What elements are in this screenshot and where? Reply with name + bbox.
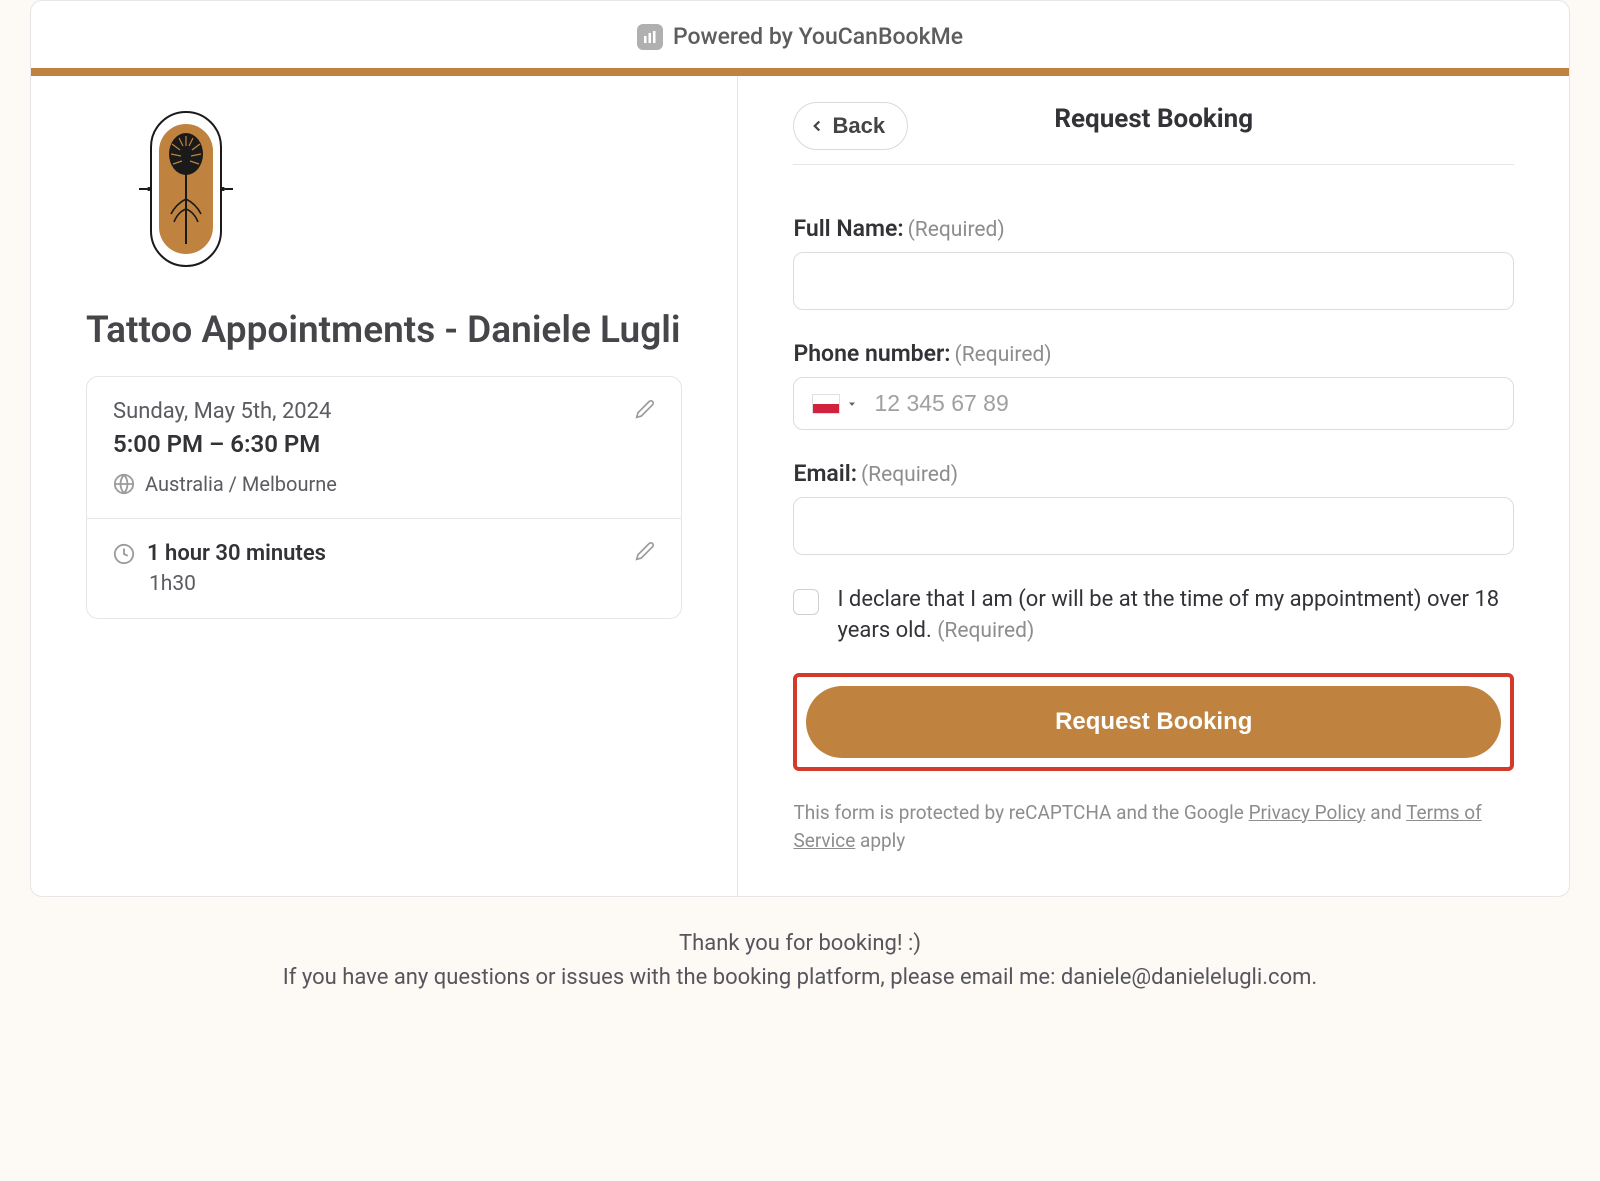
request-booking-button[interactable]: Request Booking <box>806 686 1501 758</box>
required-badge: (Required) <box>955 343 1052 367</box>
booking-form-panel: Back Request Booking Full Name: (Require… <box>738 76 1569 896</box>
booking-timezone: Australia / Melbourne <box>145 472 337 496</box>
page-title: Tattoo Appointments - Daniele Lugli <box>86 308 682 354</box>
required-badge: (Required) <box>937 619 1034 643</box>
privacy-policy-link[interactable]: Privacy Policy <box>1249 801 1366 824</box>
edit-duration-icon[interactable] <box>635 541 655 565</box>
email-label: Email: <box>793 460 857 487</box>
footer-line-2: If you have any questions or issues with… <box>30 961 1570 995</box>
artist-logo <box>131 104 682 278</box>
submit-highlight-box: Request Booking <box>793 673 1514 771</box>
phone-group: Phone number: (Required) <box>793 340 1514 430</box>
email-group: Email: (Required) <box>793 460 1514 555</box>
footer-message: Thank you for booking! :) If you have an… <box>30 927 1570 995</box>
edit-datetime-icon[interactable] <box>635 399 655 423</box>
phone-input[interactable] <box>874 390 1495 417</box>
chevron-down-icon <box>846 398 858 410</box>
clock-icon <box>113 543 135 565</box>
booking-card: Powered by YouCanBookMe <box>30 0 1570 897</box>
flag-icon <box>812 394 840 414</box>
age-declaration-row: I declare that I am (or will be at the t… <box>793 585 1514 647</box>
duration-short: 1h30 <box>149 572 655 596</box>
booking-summary-panel: Tattoo Appointments - Daniele Lugli Sund… <box>31 76 738 896</box>
duration-label: 1 hour 30 minutes <box>147 541 326 566</box>
email-input[interactable] <box>793 497 1514 555</box>
phone-label: Phone number: <box>793 340 950 367</box>
ycbm-logo-icon <box>637 24 663 50</box>
fullname-label: Full Name: <box>793 215 903 242</box>
booking-details-card: Sunday, May 5th, 2024 5:00 PM – 6:30 PM … <box>86 376 682 619</box>
datetime-row: Sunday, May 5th, 2024 5:00 PM – 6:30 PM … <box>87 377 681 519</box>
powered-by-bar[interactable]: Powered by YouCanBookMe <box>31 1 1569 76</box>
recaptcha-notice: This form is protected by reCAPTCHA and … <box>793 799 1514 856</box>
required-badge: (Required) <box>861 463 958 487</box>
footer-line-1: Thank you for booking! :) <box>30 927 1570 961</box>
country-code-selector[interactable] <box>812 394 874 414</box>
duration-row: 1 hour 30 minutes 1h30 <box>87 519 681 618</box>
form-title: Request Booking <box>1054 104 1253 134</box>
powered-by-label: Powered by YouCanBookMe <box>673 23 963 50</box>
back-button-label: Back <box>832 113 885 139</box>
booking-date: Sunday, May 5th, 2024 <box>113 399 655 424</box>
back-button[interactable]: Back <box>793 102 908 150</box>
booking-time-range: 5:00 PM – 6:30 PM <box>113 430 655 458</box>
age-declaration-checkbox[interactable] <box>793 589 819 615</box>
fullname-input[interactable] <box>793 252 1514 310</box>
required-badge: (Required) <box>908 218 1005 242</box>
fullname-group: Full Name: (Required) <box>793 215 1514 310</box>
globe-icon <box>113 473 135 495</box>
